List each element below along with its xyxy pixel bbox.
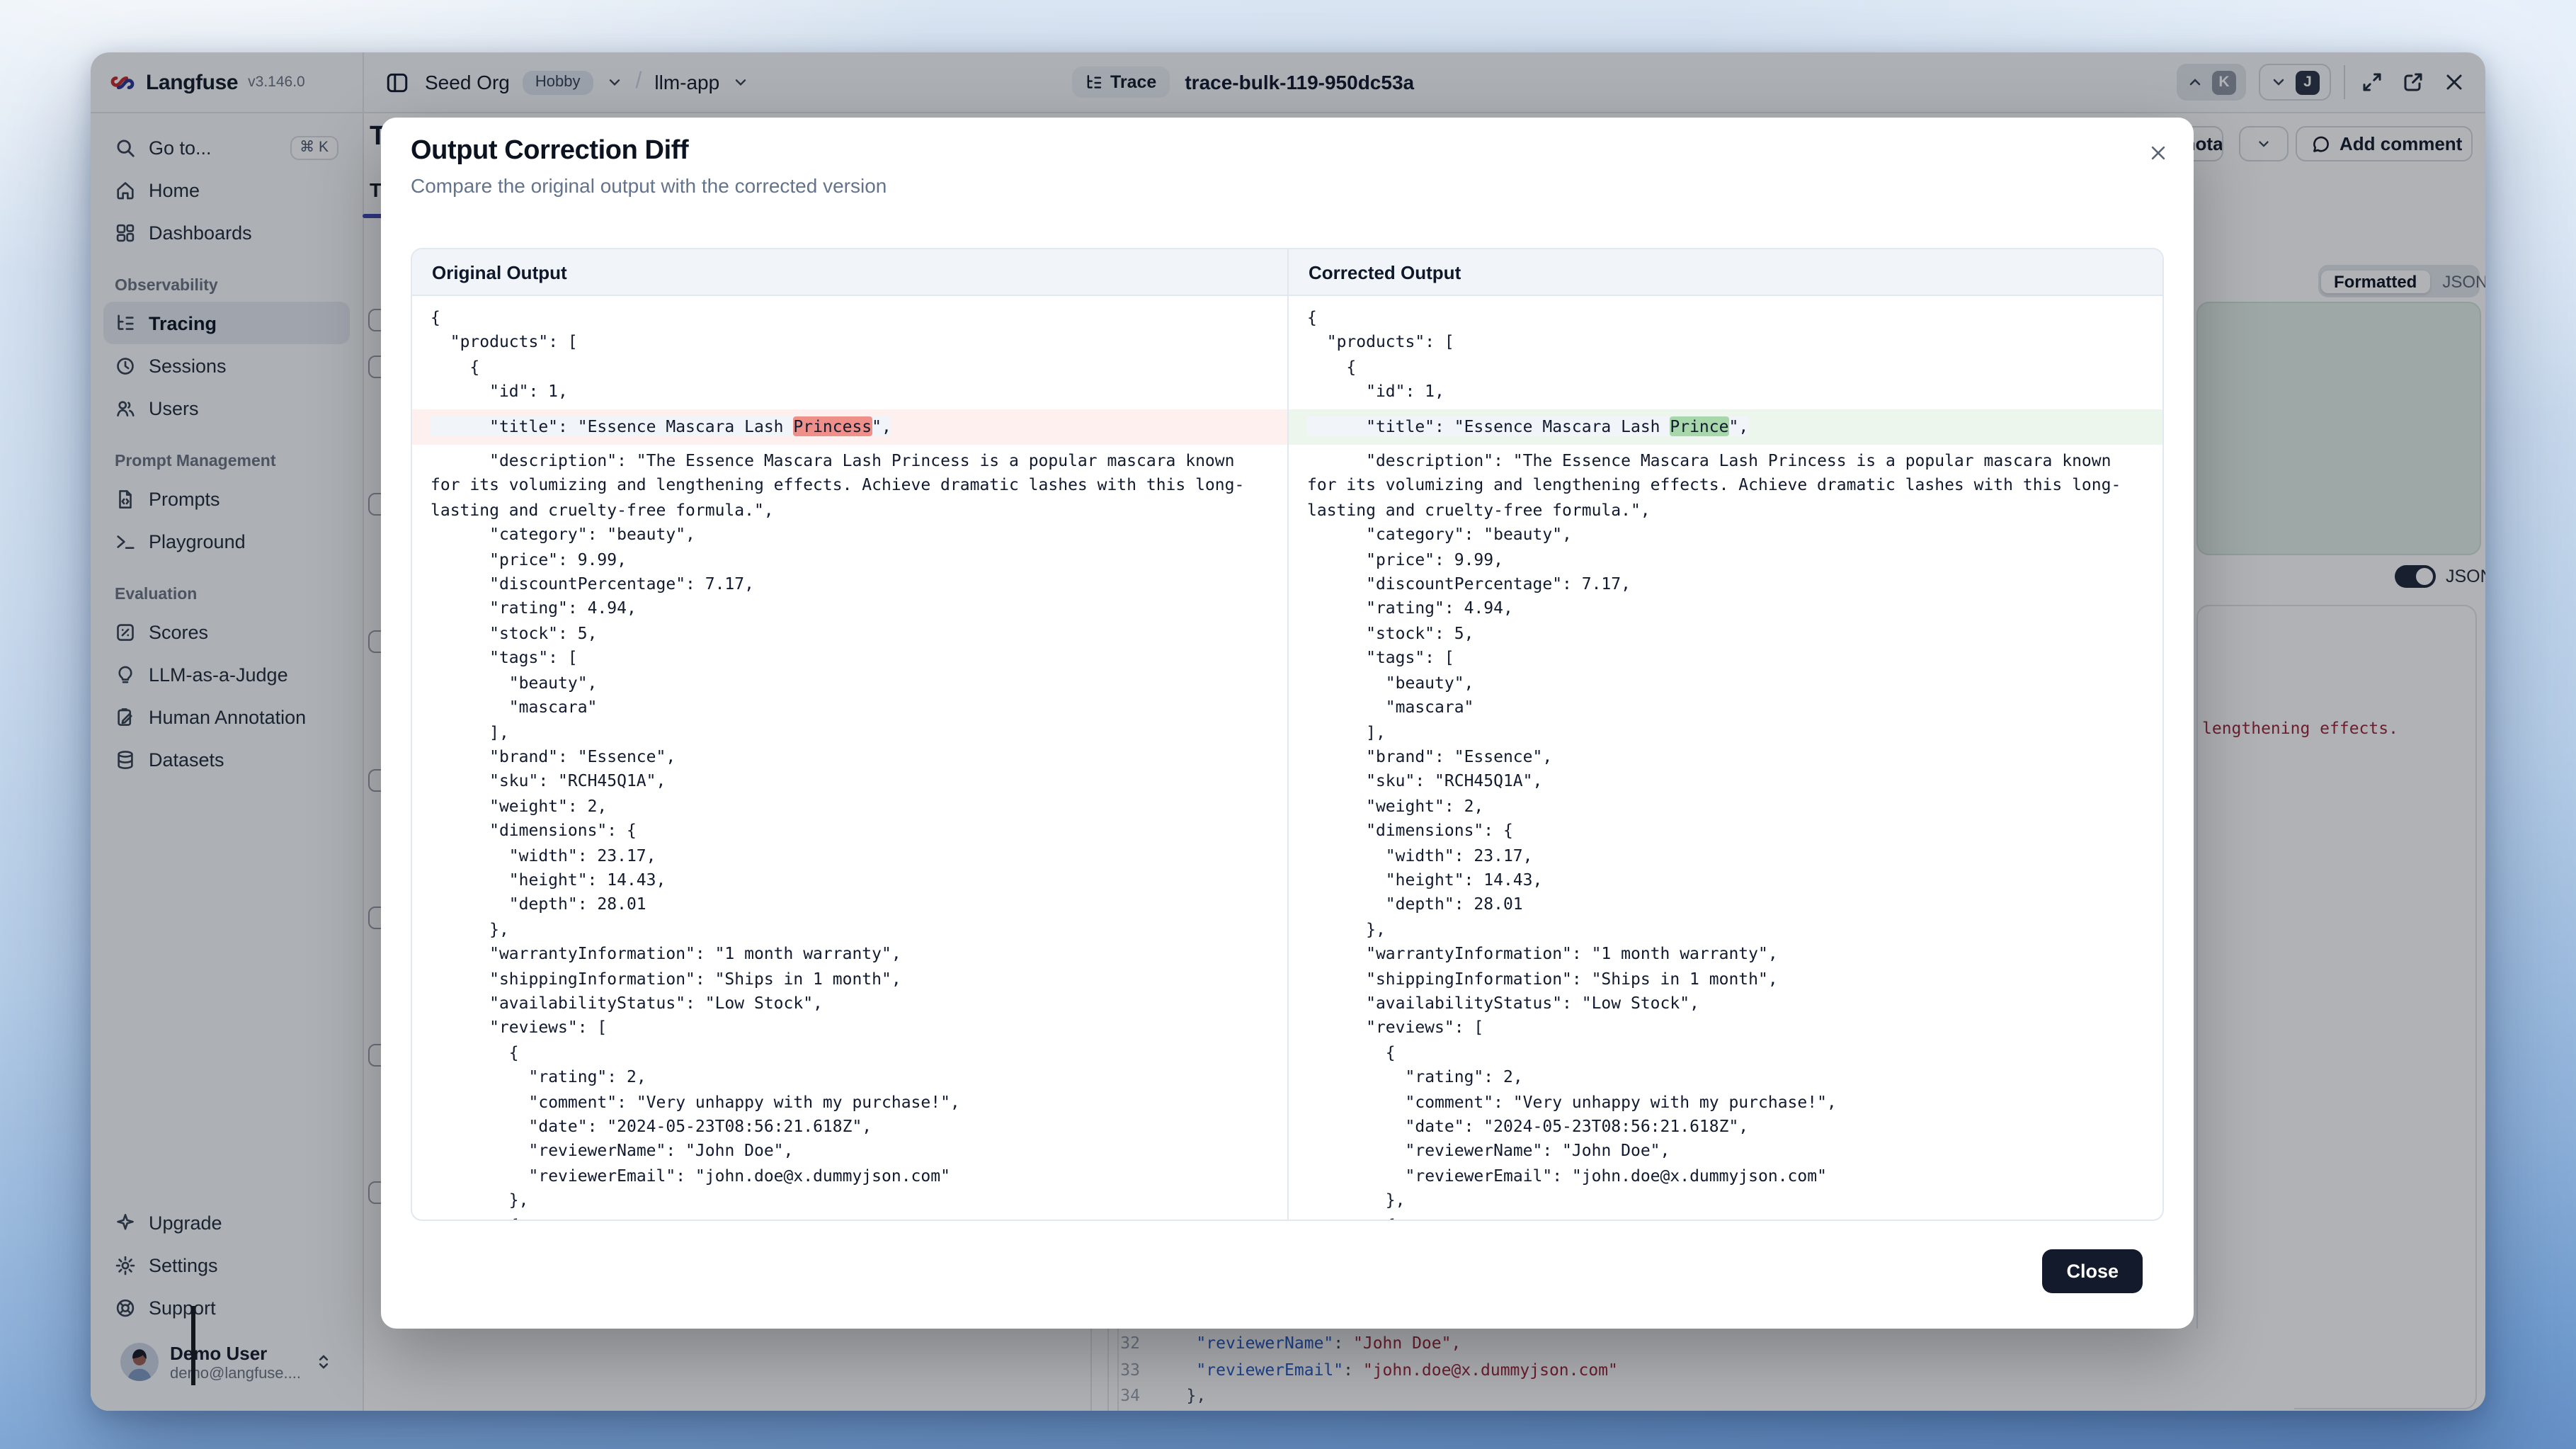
json-line: "height": 14.43, bbox=[1307, 868, 2144, 893]
json-line: "date": "2024-05-23T08:56:21.618Z", bbox=[431, 1115, 1269, 1140]
json-line: { bbox=[1307, 356, 2144, 380]
json-line: }, bbox=[431, 1188, 1269, 1213]
json-line: "reviewerEmail": "john.doe@x.dummyjson.c… bbox=[431, 1164, 1269, 1189]
json-line: "discountPercentage": 7.17, bbox=[1307, 572, 2144, 597]
modal-close-icon[interactable] bbox=[2145, 140, 2171, 166]
json-line: "stock": 5, bbox=[1307, 622, 2144, 647]
json-line: "beauty", bbox=[431, 671, 1269, 695]
json-line: "id": 1, bbox=[1307, 380, 2144, 404]
json-line: }, bbox=[431, 918, 1269, 943]
json-line: { bbox=[1307, 1213, 2144, 1220]
json-line: "reviewerName": "John Doe", bbox=[431, 1140, 1269, 1164]
json-line: { bbox=[431, 356, 1269, 380]
json-line: "dimensions": { bbox=[431, 819, 1269, 843]
json-line: "beauty", bbox=[1307, 671, 2144, 695]
original-output-header: Original Output bbox=[412, 249, 1287, 296]
json-line: "mascara" bbox=[1307, 695, 2144, 720]
json-line: "tags": [ bbox=[1307, 647, 2144, 671]
json-line: "warrantyInformation": "1 month warranty… bbox=[431, 942, 1269, 967]
json-line: "price": 9.99, bbox=[1307, 547, 2144, 572]
diff-added-word: Prince bbox=[1670, 416, 1728, 436]
json-line: "category": "beauty", bbox=[431, 523, 1269, 548]
json-line: "reviewerEmail": "john.doe@x.dummyjson.c… bbox=[1307, 1164, 2144, 1189]
json-line: "comment": "Very unhappy with my purchas… bbox=[431, 1090, 1269, 1115]
json-line: "price": 9.99, bbox=[431, 547, 1269, 572]
json-line: }, bbox=[1307, 918, 2144, 943]
json-line: "shippingInformation": "Ships in 1 month… bbox=[1307, 967, 2144, 991]
original-output-json[interactable]: { "products": [ { "id": 1, "title": "Ess… bbox=[412, 296, 1287, 1220]
modal-subtitle: Compare the original output with the cor… bbox=[411, 174, 887, 197]
json-line: "brand": "Essence", bbox=[431, 745, 1269, 770]
json-line: "products": [ bbox=[1307, 331, 2144, 356]
json-line: "weight": 2, bbox=[431, 794, 1269, 819]
json-line: "width": 23.17, bbox=[1307, 843, 2144, 868]
json-line: "description": "The Essence Mascara Lash… bbox=[1307, 449, 2144, 523]
json-line: ], bbox=[431, 720, 1269, 745]
json-line: "weight": 2, bbox=[1307, 794, 2144, 819]
json-line: "brand": "Essence", bbox=[1307, 745, 2144, 770]
json-line: "date": "2024-05-23T08:56:21.618Z", bbox=[1307, 1115, 2144, 1140]
app-window: Langfuse v3.146.0 Go to... ⌘ K HomeDashb… bbox=[91, 52, 2485, 1411]
json-line: "shippingInformation": "Ships in 1 month… bbox=[431, 967, 1269, 991]
corrected-output-json[interactable]: { "products": [ { "id": 1, "title": "Ess… bbox=[1287, 296, 2162, 1220]
json-line: "warrantyInformation": "1 month warranty… bbox=[1307, 942, 2144, 967]
json-line: }, bbox=[1307, 1188, 2144, 1213]
output-correction-diff-modal: Output Correction Diff Compare the origi… bbox=[381, 118, 2194, 1329]
json-line: "availabilityStatus": "Low Stock", bbox=[1307, 991, 2144, 1016]
json-line: "sku": "RCH45Q1A", bbox=[1307, 770, 2144, 795]
json-line: "id": 1, bbox=[431, 380, 1269, 404]
json-line: "comment": "Very unhappy with my purchas… bbox=[1307, 1090, 2144, 1115]
corrected-output-header: Corrected Output bbox=[1287, 249, 2162, 296]
json-line: { bbox=[431, 306, 1269, 331]
json-line: "width": 23.17, bbox=[431, 843, 1269, 868]
json-line: "dimensions": { bbox=[1307, 819, 2144, 843]
json-line: "products": [ bbox=[431, 331, 1269, 356]
json-line: "rating": 4.94, bbox=[431, 597, 1269, 622]
json-line: "depth": 28.01 bbox=[1307, 893, 2144, 918]
json-line: "sku": "RCH45Q1A", bbox=[431, 770, 1269, 795]
json-line: "rating": 2, bbox=[1307, 1065, 2144, 1090]
json-line: { bbox=[1307, 1041, 2144, 1066]
json-line: "description": "The Essence Mascara Lash… bbox=[431, 449, 1269, 523]
json-line: "category": "beauty", bbox=[1307, 523, 2144, 548]
json-line: "discountPercentage": 7.17, bbox=[431, 572, 1269, 597]
desktop: Langfuse v3.146.0 Go to... ⌘ K HomeDashb… bbox=[0, 0, 2576, 1449]
json-line: "tags": [ bbox=[431, 647, 1269, 671]
json-line: "reviewerName": "John Doe", bbox=[1307, 1140, 2144, 1164]
json-line: { bbox=[431, 1213, 1269, 1220]
json-line: "rating": 2, bbox=[431, 1065, 1269, 1090]
diff-container: Original Output Corrected Output { "prod… bbox=[411, 248, 2164, 1221]
diff-removed-line: "title": "Essence Mascara Lash Princess"… bbox=[412, 409, 1287, 445]
json-line: "availabilityStatus": "Low Stock", bbox=[431, 991, 1269, 1016]
json-line: "mascara" bbox=[431, 695, 1269, 720]
json-line: "depth": 28.01 bbox=[431, 893, 1269, 918]
close-button[interactable]: Close bbox=[2042, 1249, 2143, 1293]
diff-removed-word: Princess bbox=[793, 416, 872, 436]
json-line: { bbox=[431, 1041, 1269, 1066]
json-line: "rating": 4.94, bbox=[1307, 597, 2144, 622]
json-line: ], bbox=[1307, 720, 2144, 745]
json-line: "stock": 5, bbox=[431, 622, 1269, 647]
modal-title: Output Correction Diff bbox=[411, 136, 688, 167]
diff-added-line: "title": "Essence Mascara Lash Prince", bbox=[1289, 409, 2162, 445]
json-line: { bbox=[1307, 306, 2144, 331]
json-line: "reviews": [ bbox=[1307, 1016, 2144, 1041]
json-line: "reviews": [ bbox=[431, 1016, 1269, 1041]
json-line: "height": 14.43, bbox=[431, 868, 1269, 893]
